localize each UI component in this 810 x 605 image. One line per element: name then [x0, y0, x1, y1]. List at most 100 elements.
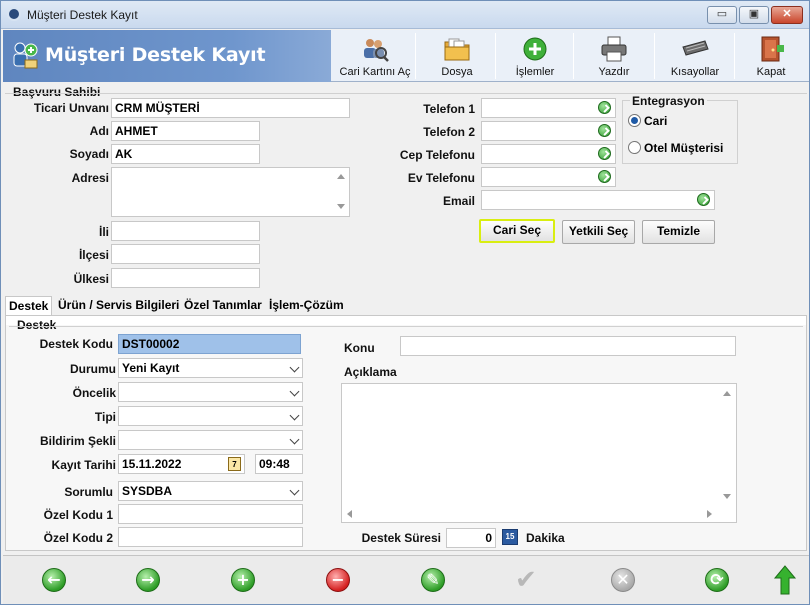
phone2-action-icon[interactable] — [598, 124, 611, 137]
title-bar: Müşteri Destek Kayıt ▭ ▣ ✕ — [1, 1, 809, 29]
email-action-icon[interactable] — [697, 193, 710, 206]
home-phone-action-icon[interactable] — [598, 170, 611, 183]
description-scroll-left-icon[interactable] — [347, 510, 352, 518]
status-select[interactable]: Yeni Kayıt — [118, 358, 303, 378]
notify-select[interactable] — [118, 430, 303, 450]
description-label: Açıklama — [344, 365, 397, 379]
toolbar-label: Kapat — [756, 66, 786, 78]
trade-name-field[interactable]: CRM MÜŞTERİ — [111, 98, 350, 118]
toolbar-separator — [734, 33, 735, 79]
surname-label: Soyadı — [69, 147, 109, 161]
select-account-button[interactable]: Cari Seç — [479, 219, 555, 243]
district-field[interactable] — [111, 244, 260, 264]
delete-icon[interactable]: − — [326, 568, 350, 592]
clear-button[interactable]: Temizle — [642, 220, 715, 244]
plus-circle-icon — [523, 37, 547, 61]
shortcuts-button[interactable]: Kısayollar — [657, 30, 733, 82]
phone2-field[interactable] — [481, 121, 616, 141]
subject-label: Konu — [344, 341, 375, 355]
print-button[interactable]: Yazdır — [576, 30, 652, 82]
phone1-label: Telefon 1 — [423, 102, 475, 116]
description-scroll-right-icon[interactable] — [707, 510, 712, 518]
description-scroll-down-icon[interactable] — [723, 494, 731, 499]
customer-support-icon — [13, 42, 38, 69]
chevron-down-icon — [289, 362, 300, 373]
duration-clock-icon[interactable]: 15 — [502, 529, 518, 545]
calendar-day: 7 — [232, 460, 237, 469]
file-button[interactable]: Dosya — [418, 30, 496, 82]
time-field[interactable]: 09:48 — [255, 454, 303, 474]
integration-hotel-radio[interactable] — [628, 141, 641, 154]
cancel-icon[interactable]: ✕ — [611, 568, 635, 592]
tab-operation-solution[interactable]: İşlem-Çözüm — [266, 296, 347, 315]
city-field[interactable] — [111, 221, 260, 241]
minimize-button[interactable]: ▭ — [707, 6, 737, 24]
address-textarea[interactable] — [111, 167, 350, 217]
toolbar-label: Yazdır — [598, 66, 630, 78]
address-scroll-down-icon[interactable] — [337, 204, 345, 209]
confirm-icon[interactable]: ✔ — [515, 566, 543, 594]
special-code1-label: Özel Kodu 1 — [43, 508, 113, 522]
tab-panel-header — [6, 316, 806, 325]
type-label: Tipi — [94, 410, 116, 424]
close-form-button[interactable]: Kapat — [737, 30, 805, 82]
support-code-field[interactable]: DST00002 — [118, 334, 301, 354]
integration-cari-radio[interactable] — [628, 114, 641, 127]
add-icon[interactable]: + — [231, 568, 255, 592]
home-phone-field[interactable] — [481, 167, 616, 187]
address-scroll-up-icon[interactable] — [337, 174, 345, 179]
description-textarea[interactable] — [341, 383, 737, 523]
duration-field[interactable]: 0 — [446, 528, 496, 548]
email-field[interactable] — [481, 190, 715, 210]
header-title: Müşteri Destek Kayıt — [45, 44, 266, 66]
date-label: Kayıt Tarihi — [51, 458, 116, 472]
duration-label: Destek Süresi — [361, 531, 441, 545]
refresh-icon[interactable]: ⟳ — [705, 568, 729, 592]
toolbar-label: Cari Kartını Aç — [339, 66, 411, 78]
prev-icon[interactable]: ← — [42, 568, 66, 592]
tab-support[interactable]: Destek — [5, 296, 53, 317]
maximize-button[interactable]: ▣ — [739, 6, 769, 24]
phone1-action-icon[interactable] — [598, 101, 611, 114]
duration-icon-text: 15 — [505, 532, 515, 541]
next-icon[interactable]: → — [136, 568, 160, 592]
special-code2-field[interactable] — [118, 527, 303, 547]
tab-product-service[interactable]: Ürün / Servis Bilgileri — [55, 296, 182, 315]
window-title: Müşteri Destek Kayıt — [27, 8, 138, 22]
name-field[interactable]: AHMET — [111, 121, 260, 141]
mobile-action-icon[interactable] — [598, 147, 611, 160]
phone1-field[interactable] — [481, 98, 616, 118]
edit-icon[interactable]: ✎ — [421, 568, 445, 592]
type-select[interactable] — [118, 406, 303, 426]
date-field[interactable]: 15.11.2022 7 — [118, 454, 245, 474]
operations-button[interactable]: İşlemler — [497, 30, 573, 82]
mobile-field[interactable] — [481, 144, 616, 164]
close-window-button[interactable]: ✕ — [771, 6, 803, 24]
status-label: Durumu — [70, 362, 116, 376]
description-scroll-up-icon[interactable] — [723, 391, 731, 396]
priority-select[interactable] — [118, 382, 303, 402]
special-code2-label: Özel Kodu 2 — [43, 531, 113, 545]
trade-name-label: Ticari Unvanı — [33, 101, 109, 115]
owner-select[interactable]: SYSDBA — [118, 481, 303, 501]
app-window: Müşteri Destek Kayıt ▭ ▣ ✕ Müşteri Deste… — [0, 0, 810, 605]
exit-icon[interactable] — [773, 564, 797, 596]
owner-value: SYSDBA — [122, 484, 173, 498]
open-account-card-button[interactable]: Cari Kartını Aç — [336, 30, 414, 82]
select-authorized-button[interactable]: Yetkili Seç — [562, 220, 635, 244]
tab-special-definitions[interactable]: Özel Tanımlar — [181, 296, 265, 315]
name-label: Adı — [89, 124, 109, 138]
country-field[interactable] — [111, 268, 260, 288]
subject-field[interactable] — [400, 336, 736, 356]
address-label: Adresi — [71, 171, 109, 185]
special-code1-field[interactable] — [118, 504, 303, 524]
chevron-down-icon — [289, 434, 300, 445]
calendar-icon[interactable]: 7 — [228, 457, 241, 471]
priority-label: Öncelik — [72, 386, 116, 400]
people-search-icon — [364, 39, 389, 62]
country-label: Ülkesi — [73, 272, 109, 286]
surname-field[interactable]: AK — [111, 144, 260, 164]
header-toolbar: Müşteri Destek Kayıt Cari Kartını Aç Dos… — [3, 30, 809, 82]
app-logo-icon — [7, 7, 21, 21]
mobile-label: Cep Telefonu — [399, 148, 475, 162]
